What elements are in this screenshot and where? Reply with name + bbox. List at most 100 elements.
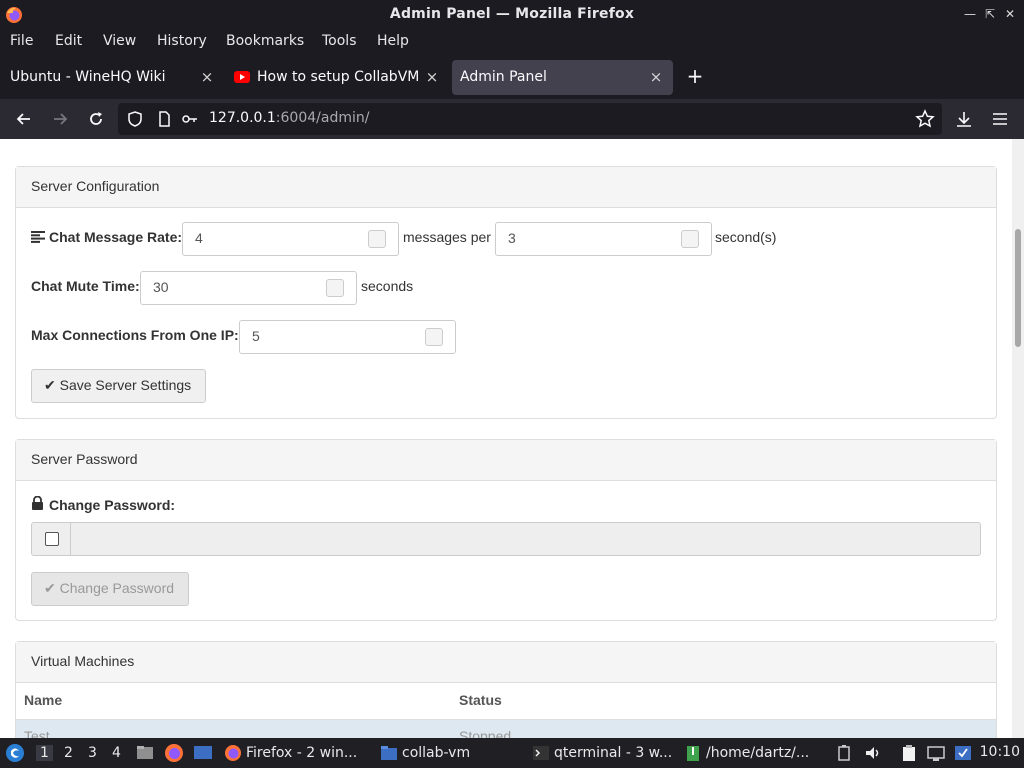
chat-rate-seconds-input[interactable]: 3: [495, 222, 712, 256]
max-connections-value: 5: [252, 328, 260, 344]
vm-status-cell: Stopped: [459, 728, 512, 738]
change-password-button-label: Change Password: [59, 580, 175, 596]
menu-file[interactable]: File: [10, 33, 33, 49]
scrollbar-thumb[interactable]: [1015, 229, 1021, 347]
password-enable-checkbox-addon[interactable]: [31, 522, 71, 556]
download-icon[interactable]: [954, 109, 974, 129]
task-label: qterminal - 3 w...: [554, 745, 673, 761]
network-icon[interactable]: [927, 744, 945, 762]
mute-time-value: 30: [153, 279, 169, 295]
panel-heading: Server Configuration: [16, 167, 996, 208]
max-connections-input[interactable]: 5: [239, 320, 456, 354]
window-titlebar: Admin Panel — Mozilla Firefox — ⇱ ✕: [0, 0, 1024, 30]
workspace-3[interactable]: 3: [88, 745, 97, 761]
chat-rate-value: 4: [195, 230, 203, 246]
seconds-value: 3: [508, 230, 516, 246]
forward-arrow-icon[interactable]: [50, 109, 70, 129]
panel-heading: Virtual Machines: [16, 642, 996, 683]
password-input-group: [31, 522, 981, 556]
volume-icon[interactable]: [864, 744, 882, 762]
menu-edit[interactable]: Edit: [55, 33, 82, 49]
column-header-name: Name: [24, 692, 63, 708]
new-tab-icon[interactable]: +: [686, 66, 704, 86]
mute-suffix-text: seconds: [361, 278, 414, 294]
messages-per-text: messages per: [403, 229, 491, 245]
panel-heading: Server Password: [16, 440, 996, 481]
chat-rate-input[interactable]: 4: [182, 222, 399, 256]
task-firefox[interactable]: Firefox - 2 win...: [224, 739, 368, 767]
close-tab-icon[interactable]: ×: [424, 69, 440, 85]
workspace-4[interactable]: 4: [112, 745, 121, 761]
column-header-status: Status: [459, 692, 502, 708]
save-button-label: Save Server Settings: [59, 377, 192, 393]
spinner-icon[interactable]: [425, 328, 443, 346]
terminal-icon: [533, 746, 549, 760]
start-menu-icon[interactable]: [5, 743, 25, 763]
password-field[interactable]: [70, 522, 981, 556]
checkmark-icon: ✔: [44, 580, 56, 596]
desktop-launcher-icon[interactable]: [193, 743, 213, 763]
battery-icon[interactable]: [835, 744, 853, 762]
password-enable-checkbox[interactable]: [45, 532, 59, 546]
page-icon[interactable]: [155, 110, 173, 128]
task-qterminal[interactable]: qterminal - 3 w...: [532, 739, 676, 767]
page-content: Server Configuration Chat Message Rate: …: [0, 139, 1024, 738]
task-label: collab-vm: [402, 745, 471, 761]
task-file-manager[interactable]: /home/dartz/...: [684, 739, 824, 767]
file-manager-launcher-icon[interactable]: [135, 743, 155, 763]
firefox-launcher-icon[interactable]: [164, 743, 184, 763]
workspace-2[interactable]: 2: [64, 745, 73, 761]
back-arrow-icon[interactable]: [14, 109, 34, 129]
close-tab-icon[interactable]: ×: [648, 69, 664, 85]
archive-icon: [687, 746, 699, 761]
task-label: /home/dartz/...: [706, 745, 810, 761]
maximize-icon[interactable]: ⇱: [981, 5, 999, 23]
tab-label: Ubuntu - WineHQ Wiki: [10, 69, 166, 85]
tab-admin-panel[interactable]: Admin Panel ×: [452, 60, 673, 95]
reload-icon[interactable]: [86, 109, 106, 129]
mute-time-label: Chat Mute Time:: [31, 278, 140, 294]
change-password-label: Change Password:: [49, 497, 176, 513]
bookmark-star-icon[interactable]: [915, 109, 935, 129]
hamburger-menu-icon[interactable]: [990, 109, 1010, 129]
task-label: Firefox - 2 win...: [246, 745, 358, 761]
change-password-button[interactable]: ✔ Change Password: [31, 572, 189, 606]
close-tab-icon[interactable]: ×: [199, 69, 215, 85]
menu-history[interactable]: History: [157, 33, 207, 49]
youtube-icon: [234, 71, 250, 83]
mute-time-input[interactable]: 30: [140, 271, 357, 305]
update-icon[interactable]: [954, 744, 972, 762]
spinner-icon[interactable]: [681, 230, 699, 248]
clipboard-icon[interactable]: [900, 744, 918, 762]
menu-help[interactable]: Help: [377, 33, 409, 49]
menu-view[interactable]: View: [103, 33, 136, 49]
tab-bar: Ubuntu - WineHQ Wiki × How to setup Coll…: [0, 58, 1024, 98]
menu-bar: File Edit View History Bookmarks Tools H…: [0, 30, 1024, 54]
firefox-icon: [225, 745, 241, 761]
menu-bookmarks[interactable]: Bookmarks: [226, 33, 304, 49]
seconds-suffix-text: second(s): [715, 229, 777, 245]
lock-icon: [32, 496, 43, 510]
menu-tools[interactable]: Tools: [322, 33, 357, 49]
max-connections-label: Max Connections From One IP:: [31, 327, 239, 343]
url-path: :6004/admin/: [275, 110, 370, 126]
tab-collabvm[interactable]: How to setup CollabVM S ×: [224, 60, 448, 95]
tab-label: How to setup CollabVM S: [257, 69, 423, 85]
spinner-icon[interactable]: [368, 230, 386, 248]
workspace-1[interactable]: 1: [36, 745, 53, 761]
task-collab-vm[interactable]: collab-vm: [380, 739, 520, 767]
page-scrollbar[interactable]: [1012, 139, 1024, 738]
vm-name-cell: Test: [24, 728, 50, 738]
spinner-icon[interactable]: [326, 279, 344, 297]
table-row[interactable]: Test Stopped: [16, 720, 996, 738]
align-left-icon: [31, 231, 45, 243]
minimize-icon[interactable]: —: [961, 5, 979, 23]
url-text[interactable]: 127.0.0.1:6004/admin/: [209, 110, 369, 126]
url-host: 127.0.0.1: [209, 110, 276, 126]
key-icon[interactable]: [181, 110, 199, 128]
close-window-icon[interactable]: ✕: [1001, 5, 1019, 23]
tab-winehq[interactable]: Ubuntu - WineHQ Wiki ×: [0, 60, 222, 95]
shield-icon[interactable]: [126, 110, 144, 128]
window-title: Admin Panel — Mozilla Firefox: [389, 6, 635, 22]
save-server-settings-button[interactable]: ✔ Save Server Settings: [31, 369, 206, 403]
